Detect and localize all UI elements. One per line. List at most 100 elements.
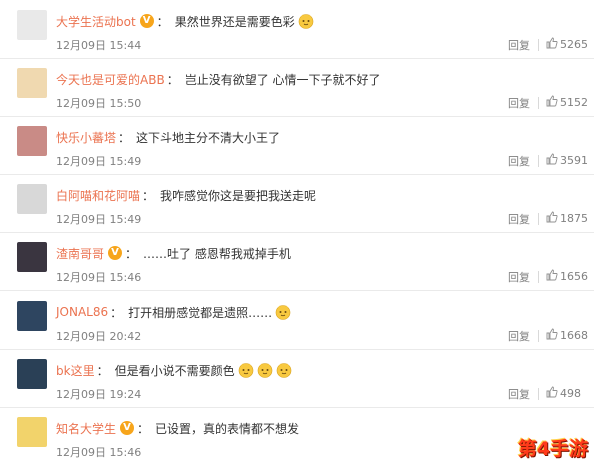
avatar[interactable] bbox=[17, 126, 47, 156]
divider bbox=[538, 388, 539, 400]
emoji-icon bbox=[276, 362, 292, 378]
thumbs-up-icon bbox=[546, 153, 560, 168]
like-button[interactable]: 1668 bbox=[546, 328, 588, 343]
reply-button[interactable]: 回复 bbox=[508, 153, 530, 169]
thumbs-up-icon bbox=[546, 211, 560, 226]
comment-line: 渣南哥哥 V： ……吐了 感恩帮我戒掉手机 bbox=[56, 244, 291, 262]
reply-button[interactable]: 回复 bbox=[508, 95, 530, 111]
like-button[interactable]: 3591 bbox=[546, 153, 588, 168]
emoji-icon bbox=[275, 304, 291, 320]
comment-time: 12月09日 15:49 bbox=[56, 155, 142, 168]
avatar[interactable] bbox=[17, 359, 47, 389]
comment-line: bk这里： 但是看小说不需要颜色 bbox=[56, 361, 292, 379]
comment-item: 大学生活动bot V： 果然世界还是需要色彩 12月09日 15:44 回复 5265 bbox=[0, 0, 594, 59]
colon-separator: ： bbox=[156, 14, 169, 29]
like-count: 498 bbox=[560, 387, 581, 400]
reply-button[interactable]: 回复 bbox=[508, 328, 530, 344]
divider bbox=[538, 39, 539, 51]
comment-time: 12月09日 15:49 bbox=[56, 213, 142, 226]
avatar[interactable] bbox=[17, 417, 47, 447]
avatar[interactable] bbox=[17, 184, 47, 214]
comment-item: JONAL86： 打开相册感觉都是遗照…… 12月09日 20:42 回复 1668 bbox=[0, 291, 594, 350]
comment-text: 我咋感觉你这是要把我送走呢 bbox=[160, 188, 317, 203]
comment-line: 今天也是可爱的ABB： 岂止没有欲望了 心情一下子就不好了 bbox=[56, 70, 381, 88]
comment-item: 知名大学生 V： 已设置，真的表情都不想发 12月09日 15:46 bbox=[0, 407, 594, 465]
comment-item: bk这里： 但是看小说不需要颜色 12月09日 19:24 回复 498 bbox=[0, 349, 594, 408]
comment-line: 快乐小蕃塔： 这下斗地主分不清大小王了 bbox=[56, 128, 280, 146]
reply-button[interactable]: 回复 bbox=[508, 211, 530, 227]
like-count: 5152 bbox=[560, 96, 588, 109]
comment-line: 知名大学生 V： 已设置，真的表情都不想发 bbox=[56, 419, 299, 437]
comment-time: 12月09日 15:46 bbox=[56, 446, 142, 459]
reply-button[interactable]: 回复 bbox=[508, 386, 530, 402]
emoji-icon bbox=[238, 362, 254, 378]
verified-badge-icon: V bbox=[108, 246, 123, 260]
watermark-logo: 第4手游 bbox=[512, 428, 594, 467]
comment-line: 白阿喵和花阿喵： 我咋感觉你这是要把我送走呢 bbox=[56, 186, 316, 204]
comment-time: 12月09日 20:42 bbox=[56, 330, 142, 343]
emoji-icon bbox=[298, 13, 314, 29]
like-button[interactable]: 1656 bbox=[546, 269, 588, 284]
thumbs-up-icon bbox=[546, 37, 560, 52]
comment-item: 白阿喵和花阿喵： 我咋感觉你这是要把我送走呢 12月09日 15:49 回复 1875 bbox=[0, 174, 594, 233]
like-button[interactable]: 5152 bbox=[546, 95, 588, 110]
watermark-text: 第4手游 bbox=[517, 438, 589, 460]
reply-button[interactable]: 回复 bbox=[508, 269, 530, 285]
reply-button[interactable]: 回复 bbox=[508, 37, 530, 53]
username-link[interactable]: 今天也是可爱的ABB bbox=[56, 71, 165, 88]
thumbs-up-icon bbox=[546, 328, 560, 343]
divider bbox=[538, 97, 539, 109]
comment-item: 快乐小蕃塔： 这下斗地主分不清大小王了 12月09日 15:49 回复 3591 bbox=[0, 116, 594, 175]
emoji-icon bbox=[257, 362, 273, 378]
username-link[interactable]: 知名大学生 bbox=[56, 420, 116, 437]
comment-text: 岂止没有欲望了 心情一下子就不好了 bbox=[184, 72, 381, 87]
divider bbox=[538, 271, 539, 283]
comment-time: 12月09日 19:24 bbox=[56, 388, 142, 401]
avatar[interactable] bbox=[17, 68, 47, 98]
avatar[interactable] bbox=[17, 301, 47, 331]
username-link[interactable]: 快乐小蕃塔 bbox=[56, 129, 116, 146]
colon-separator: ： bbox=[118, 130, 131, 145]
avatar[interactable] bbox=[17, 10, 47, 40]
comment-text: 但是看小说不需要颜色 bbox=[114, 363, 235, 378]
username-link[interactable]: bk这里 bbox=[56, 362, 95, 379]
username-link[interactable]: 白阿喵和花阿喵 bbox=[56, 187, 140, 204]
like-button[interactable]: 1875 bbox=[546, 211, 588, 226]
colon-separator: ： bbox=[137, 421, 150, 436]
verified-badge-icon: V bbox=[139, 14, 154, 28]
comment-line: JONAL86： 打开相册感觉都是遗照…… bbox=[56, 303, 291, 321]
comment-text: 果然世界还是需要色彩 bbox=[174, 14, 295, 29]
comment-item: 渣南哥哥 V： ……吐了 感恩帮我戒掉手机 12月09日 15:46 回复 1656 bbox=[0, 232, 594, 291]
colon-separator: ： bbox=[96, 363, 109, 378]
like-count: 3591 bbox=[560, 154, 588, 167]
comment-text: 打开相册感觉都是遗照…… bbox=[128, 305, 273, 320]
comment-time: 12月09日 15:44 bbox=[56, 39, 142, 52]
thumbs-up-icon bbox=[546, 269, 560, 284]
like-count: 1875 bbox=[560, 212, 588, 225]
like-button[interactable]: 5265 bbox=[546, 37, 588, 52]
comment-time: 12月09日 15:46 bbox=[56, 271, 142, 284]
comment-text: ……吐了 感恩帮我戒掉手机 bbox=[143, 246, 291, 261]
avatar[interactable] bbox=[17, 242, 47, 272]
like-button[interactable]: 498 bbox=[546, 386, 581, 401]
divider bbox=[538, 330, 539, 342]
like-count: 1668 bbox=[560, 329, 588, 342]
username-link[interactable]: JONAL86 bbox=[56, 305, 108, 319]
like-count: 5265 bbox=[560, 38, 588, 51]
colon-separator: ： bbox=[110, 305, 123, 320]
thumbs-up-icon bbox=[546, 386, 560, 401]
comment-text: 已设置，真的表情都不想发 bbox=[155, 421, 300, 436]
thumbs-up-icon bbox=[546, 95, 560, 110]
like-count: 1656 bbox=[560, 270, 588, 283]
username-link[interactable]: 大学生活动bot bbox=[56, 13, 136, 30]
comment-text: 这下斗地主分不清大小王了 bbox=[136, 130, 281, 145]
divider bbox=[538, 155, 539, 167]
colon-separator: ： bbox=[125, 246, 138, 261]
comment-time: 12月09日 15:50 bbox=[56, 97, 142, 110]
colon-separator: ： bbox=[142, 188, 155, 203]
colon-separator: ： bbox=[166, 72, 179, 87]
username-link[interactable]: 渣南哥哥 bbox=[56, 245, 104, 262]
verified-badge-icon: V bbox=[120, 421, 135, 435]
comment-item: 今天也是可爱的ABB： 岂止没有欲望了 心情一下子就不好了 12月09日 15:50… bbox=[0, 58, 594, 117]
comment-line: 大学生活动bot V： 果然世界还是需要色彩 bbox=[56, 12, 314, 30]
